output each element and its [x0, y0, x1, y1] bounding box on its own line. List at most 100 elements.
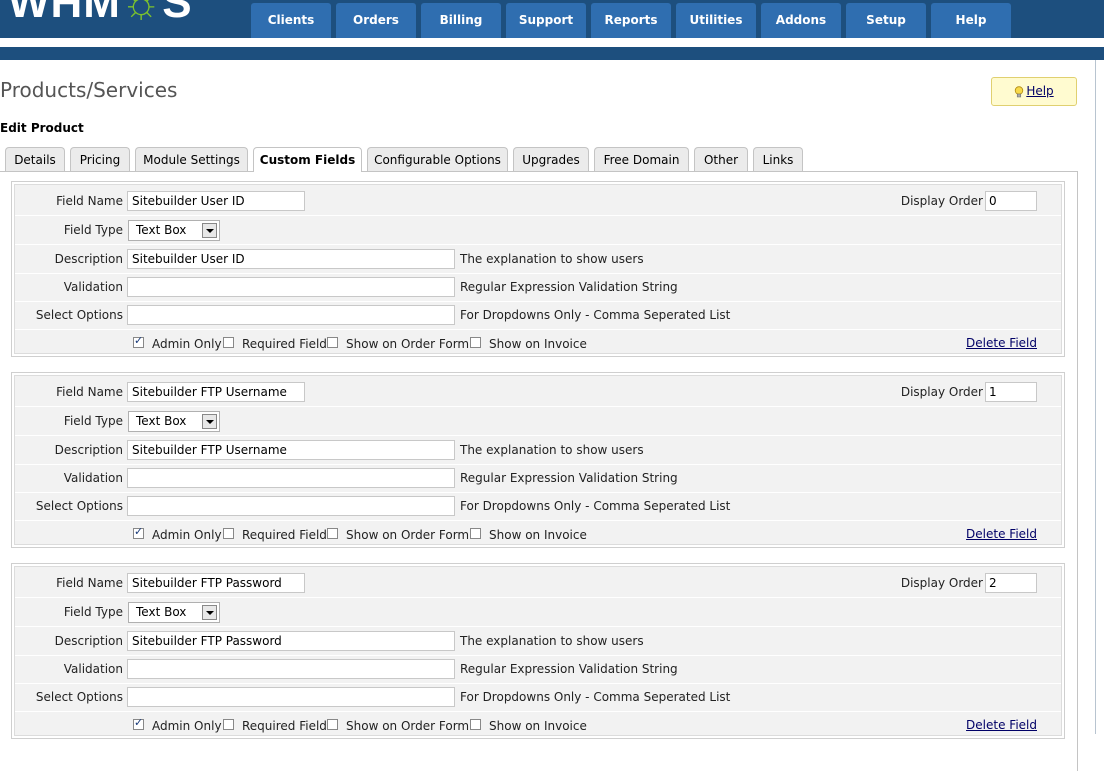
- select-options-input[interactable]: [127, 496, 455, 516]
- delete-field-link[interactable]: Delete Field: [966, 520, 1037, 548]
- nav-orders[interactable]: Orders: [336, 3, 416, 38]
- dropdown-arrow-icon[interactable]: [202, 605, 217, 620]
- description-label: Description: [54, 443, 123, 457]
- validation-hint: Regular Expression Validation String: [460, 662, 678, 676]
- header-strip: [0, 47, 1104, 60]
- field-name-row: Field Name Sitebuilder FTP Username Disp…: [15, 378, 1061, 407]
- field-type-row: Field Type Text Box: [15, 598, 1061, 627]
- field-type-select[interactable]: Text Box: [128, 411, 220, 432]
- field-type-select[interactable]: Text Box: [128, 220, 220, 241]
- tab-links[interactable]: Links: [753, 147, 803, 171]
- tab-free-domain[interactable]: Free Domain: [594, 147, 689, 171]
- validation-label: Validation: [63, 280, 123, 294]
- tab-upgrades[interactable]: Upgrades: [513, 147, 589, 171]
- description-hint: The explanation to show users: [460, 443, 644, 457]
- admin-only-checkbox[interactable]: [133, 716, 144, 730]
- required-field-checkbox[interactable]: [223, 337, 234, 348]
- validation-input[interactable]: [127, 659, 455, 679]
- section-title: Edit Product: [0, 121, 84, 135]
- show-on-invoice-checkbox[interactable]: [470, 337, 481, 348]
- validation-input[interactable]: [127, 277, 455, 297]
- show-on-invoice-checkbox[interactable]: [470, 719, 481, 730]
- required-field-checkbox[interactable]: [223, 719, 234, 730]
- whmcs-logo[interactable]: WHM☼S: [8, 0, 193, 28]
- select-options-row: Select Options For Dropdowns Only - Comm…: [15, 492, 1061, 521]
- required-field-label: Required Field: [242, 719, 327, 733]
- dropdown-arrow-icon[interactable]: [202, 414, 217, 429]
- select-options-input[interactable]: [127, 687, 455, 707]
- required-field-checkbox[interactable]: [223, 528, 234, 539]
- options-row: Admin Only Required Field Show on Order …: [15, 329, 1061, 357]
- field-type-row: Field Type Text Box: [15, 407, 1061, 436]
- nav-setup[interactable]: Setup: [846, 3, 926, 38]
- tab-custom-fields[interactable]: Custom Fields: [253, 147, 362, 172]
- tab-other[interactable]: Other: [694, 147, 748, 171]
- field-type-label: Field Type: [63, 414, 123, 428]
- validation-row: Validation Regular Expression Validation…: [15, 464, 1061, 493]
- field-type-select[interactable]: Text Box: [128, 602, 220, 623]
- display-order-label: Display Order: [900, 194, 983, 208]
- display-order-label: Display Order: [900, 576, 983, 590]
- field-name-input[interactable]: Sitebuilder FTP Username: [127, 382, 305, 402]
- description-input[interactable]: Sitebuilder FTP Username: [127, 440, 455, 460]
- help-link-label[interactable]: Help: [1026, 84, 1053, 98]
- display-order-input[interactable]: 0: [985, 191, 1037, 211]
- page-right-edge: [1095, 60, 1104, 734]
- nav-utilities[interactable]: Utilities: [676, 3, 756, 38]
- field-name-input[interactable]: Sitebuilder FTP Password: [127, 573, 305, 593]
- tab-configurable-options[interactable]: Configurable Options: [367, 147, 508, 171]
- custom-field-group: Field Name Sitebuilder FTP Username Disp…: [11, 372, 1065, 548]
- field-name-label: Field Name: [56, 385, 123, 399]
- field-name-row: Field Name Sitebuilder User ID Display O…: [15, 187, 1061, 216]
- description-row: Description Sitebuilder FTP Username The…: [15, 436, 1061, 465]
- select-options-hint: For Dropdowns Only - Comma Seperated Lis…: [460, 499, 731, 513]
- validation-label: Validation: [63, 662, 123, 676]
- select-options-input[interactable]: [127, 305, 455, 325]
- validation-input[interactable]: [127, 468, 455, 488]
- show-on-invoice-label: Show on Invoice: [489, 337, 587, 351]
- help-button[interactable]: Help: [991, 77, 1077, 106]
- dropdown-arrow-icon[interactable]: [202, 223, 217, 238]
- show-on-order-form-checkbox[interactable]: [327, 719, 338, 730]
- field-name-input[interactable]: Sitebuilder User ID: [127, 191, 305, 211]
- display-order-label: Display Order: [900, 385, 983, 399]
- description-label: Description: [54, 634, 123, 648]
- display-order-input[interactable]: 2: [985, 573, 1037, 593]
- description-input[interactable]: Sitebuilder User ID: [127, 249, 455, 269]
- description-row: Description Sitebuilder FTP Password The…: [15, 627, 1061, 656]
- field-type-value: Text Box: [136, 223, 187, 237]
- validation-row: Validation Regular Expression Validation…: [15, 273, 1061, 302]
- delete-field-link[interactable]: Delete Field: [966, 329, 1037, 357]
- validation-label: Validation: [63, 471, 123, 485]
- display-order-input[interactable]: 1: [985, 382, 1037, 402]
- description-row: Description Sitebuilder User ID The expl…: [15, 245, 1061, 274]
- show-on-order-form-label: Show on Order Form: [346, 719, 470, 733]
- select-options-label: Select Options: [35, 308, 123, 322]
- show-on-invoice-label: Show on Invoice: [489, 528, 587, 542]
- lightbulb-icon: [1015, 85, 1024, 97]
- select-options-row: Select Options For Dropdowns Only - Comm…: [15, 683, 1061, 712]
- description-input[interactable]: Sitebuilder FTP Password: [127, 631, 455, 651]
- select-options-label: Select Options: [35, 499, 123, 513]
- description-hint: The explanation to show users: [460, 252, 644, 266]
- description-label: Description: [54, 252, 123, 266]
- nav-addons[interactable]: Addons: [761, 3, 841, 38]
- nav-clients[interactable]: Clients: [251, 3, 331, 38]
- show-on-order-form-checkbox[interactable]: [327, 337, 338, 348]
- tab-details[interactable]: Details: [5, 147, 65, 171]
- tab-module-settings[interactable]: Module Settings: [135, 147, 248, 171]
- top-header: WHM☼S Clients Orders Billing Support Rep…: [0, 0, 1104, 38]
- delete-field-link[interactable]: Delete Field: [966, 711, 1037, 739]
- nav-help[interactable]: Help: [931, 3, 1011, 38]
- show-on-order-form-checkbox[interactable]: [327, 528, 338, 539]
- admin-only-checkbox[interactable]: [133, 334, 144, 348]
- tab-pricing[interactable]: Pricing: [70, 147, 130, 171]
- nav-billing[interactable]: Billing: [421, 3, 501, 38]
- field-name-label: Field Name: [56, 576, 123, 590]
- nav-support[interactable]: Support: [506, 3, 586, 38]
- field-name-row: Field Name Sitebuilder FTP Password Disp…: [15, 569, 1061, 598]
- admin-only-checkbox[interactable]: [133, 525, 144, 539]
- show-on-invoice-checkbox[interactable]: [470, 528, 481, 539]
- nav-reports[interactable]: Reports: [591, 3, 671, 38]
- field-type-label: Field Type: [63, 223, 123, 237]
